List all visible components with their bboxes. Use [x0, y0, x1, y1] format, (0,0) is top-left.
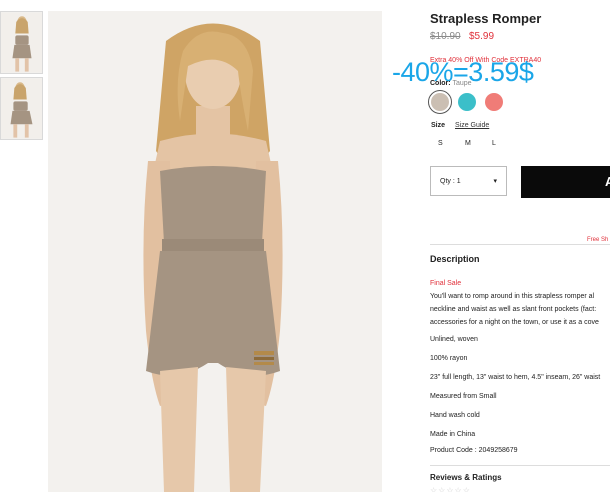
selected-color-name: Taupe: [452, 80, 472, 87]
original-price: $10.90: [430, 31, 461, 42]
divider: [430, 244, 610, 245]
product-title: Strapless Romper: [430, 11, 542, 26]
size-guide-link[interactable]: Size Guide: [455, 122, 489, 129]
rating-stars-icon[interactable]: ☆☆☆☆☆: [430, 486, 471, 492]
quantity-select[interactable]: Qty : 1 ▾: [430, 166, 507, 196]
color-label-title: Color:: [430, 80, 451, 87]
thumbnail-side[interactable]: [0, 77, 43, 140]
color-label: Color: Taupe: [430, 80, 472, 87]
description-line: Measured from Small: [430, 393, 497, 400]
description-heading: Description: [430, 254, 480, 264]
romper-side-photo-icon: [1, 78, 42, 139]
description-line: 23" full length, 13" waist to hem, 4.5" …: [430, 374, 601, 381]
color-swatch-teal[interactable]: [458, 93, 476, 111]
size-label: Size: [431, 122, 446, 129]
final-sale-label: Final Sale: [430, 280, 462, 287]
description-line: Unlined, woven: [430, 336, 478, 343]
color-swatch-coral[interactable]: [485, 93, 503, 111]
color-swatch-taupe[interactable]: [428, 90, 452, 114]
model-wearing-romper-photo-icon: [48, 11, 382, 492]
free-shipping-text: Free Sh: [587, 237, 609, 243]
size-option-m[interactable]: M: [465, 140, 471, 147]
description-line: Made in China: [430, 431, 476, 438]
thumbnail-front[interactable]: [0, 11, 43, 74]
description-line: accessories for a night on the town, or …: [430, 319, 599, 326]
chevron-down-icon: ▾: [493, 178, 497, 185]
reviews-heading: Reviews & Ratings: [430, 473, 502, 482]
quantity-value: Qty : 1: [440, 177, 461, 185]
description-line: 100% rayon: [430, 355, 468, 362]
description-line: Hand wash cold: [430, 412, 480, 419]
product-hero-image[interactable]: [48, 11, 382, 492]
description-line: You'll want to romp around in this strap…: [430, 293, 595, 300]
sale-price: $5.99: [469, 31, 495, 42]
add-to-bag-button[interactable]: A: [521, 166, 610, 198]
divider: [430, 465, 610, 466]
size-option-l[interactable]: L: [492, 140, 496, 147]
description-line: neckline and waist as well as slant fron…: [430, 306, 597, 313]
size-option-s[interactable]: S: [438, 140, 443, 147]
romper-front-photo-icon: [1, 12, 42, 73]
product-code: Product Code : 2049258679: [430, 447, 518, 454]
